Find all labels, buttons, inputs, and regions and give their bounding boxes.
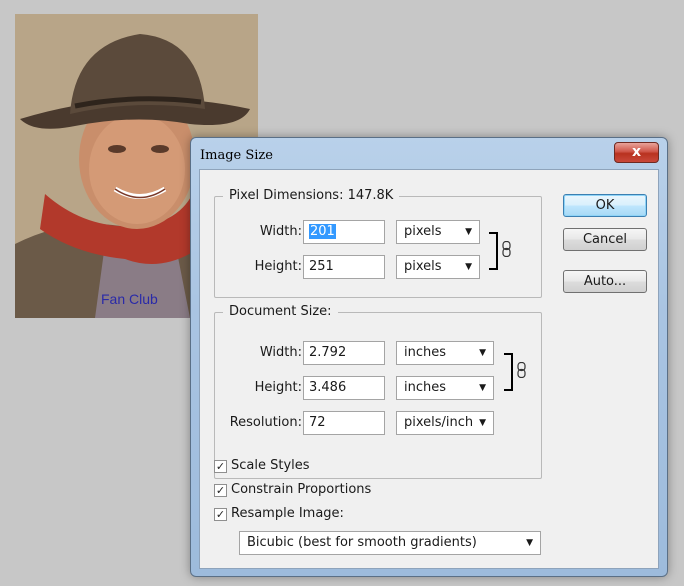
chevron-down-icon: ▼: [526, 538, 533, 548]
chain-link-icon: [502, 241, 511, 257]
pixel-width-unit: pixels: [404, 224, 442, 239]
chevron-down-icon: ▼: [465, 227, 472, 237]
check-icon: ✓: [215, 460, 226, 473]
chevron-down-icon: ▼: [465, 262, 472, 272]
resolution-label: Resolution:: [229, 415, 302, 430]
pixel-width-value: 201: [309, 224, 336, 239]
dialog-title: Image Size: [200, 148, 273, 163]
scale-styles-checkbox[interactable]: ✓: [214, 460, 227, 473]
pixel-height-input[interactable]: 251: [303, 255, 385, 279]
doc-width-label: Width:: [259, 345, 302, 360]
doc-height-input[interactable]: 3.486: [303, 376, 385, 400]
pixel-height-value: 251: [309, 259, 334, 274]
doc-link-bracket: [504, 353, 513, 391]
close-button[interactable]: x: [614, 142, 659, 163]
chevron-down-icon: ▼: [479, 383, 486, 393]
pixel-width-label: Width:: [259, 224, 302, 239]
resample-method-select[interactable]: Bicubic (best for smooth gradients) ▼: [239, 531, 541, 555]
resample-method-value: Bicubic (best for smooth gradients): [247, 535, 477, 550]
doc-width-value: 2.792: [309, 345, 347, 360]
dialog-body: Pixel Dimensions: 147.8K Width: 201 pixe…: [199, 169, 659, 569]
scale-styles-label[interactable]: Scale Styles: [231, 458, 310, 473]
pixel-width-unit-select[interactable]: pixels ▼: [396, 220, 480, 244]
pixel-link-bracket: [489, 232, 498, 270]
ok-button[interactable]: OK: [563, 194, 647, 217]
doc-height-unit: inches: [404, 380, 447, 395]
fan-club-watermark: Fan Club: [101, 291, 158, 307]
close-icon: x: [631, 144, 642, 160]
pixel-height-label: Height:: [254, 259, 302, 274]
resample-image-checkbox[interactable]: ✓: [214, 508, 227, 521]
resample-image-label[interactable]: Resample Image:: [231, 506, 344, 521]
pixel-dimensions-legend: Pixel Dimensions: 147.8K: [223, 188, 400, 203]
resolution-unit: pixels/inch: [404, 415, 474, 430]
doc-height-value: 3.486: [309, 380, 347, 395]
resolution-value: 72: [309, 415, 326, 430]
pixel-height-unit-select[interactable]: pixels ▼: [396, 255, 480, 279]
doc-height-label: Height:: [254, 380, 302, 395]
image-size-dialog: Image Size x Pixel Dimensions: 147.8K Wi…: [190, 137, 668, 577]
cancel-button[interactable]: Cancel: [563, 228, 647, 251]
auto-button[interactable]: Auto...: [563, 270, 647, 293]
resolution-input[interactable]: 72: [303, 411, 385, 435]
doc-height-unit-select[interactable]: inches ▼: [396, 376, 494, 400]
check-icon: ✓: [215, 508, 226, 521]
doc-width-input[interactable]: 2.792: [303, 341, 385, 365]
chevron-down-icon: ▼: [479, 418, 486, 428]
document-size-legend: Document Size:: [223, 304, 338, 319]
chevron-down-icon: ▼: [479, 348, 486, 358]
constrain-proportions-label[interactable]: Constrain Proportions: [231, 482, 371, 497]
doc-width-unit: inches: [404, 345, 447, 360]
dialog-titlebar[interactable]: Image Size x: [191, 138, 667, 170]
check-icon: ✓: [215, 484, 226, 497]
chain-link-icon: [517, 362, 526, 378]
doc-width-unit-select[interactable]: inches ▼: [396, 341, 494, 365]
constrain-proportions-checkbox[interactable]: ✓: [214, 484, 227, 497]
pixel-width-input[interactable]: 201: [303, 220, 385, 244]
resolution-unit-select[interactable]: pixels/inch ▼: [396, 411, 494, 435]
pixel-height-unit: pixels: [404, 259, 442, 274]
